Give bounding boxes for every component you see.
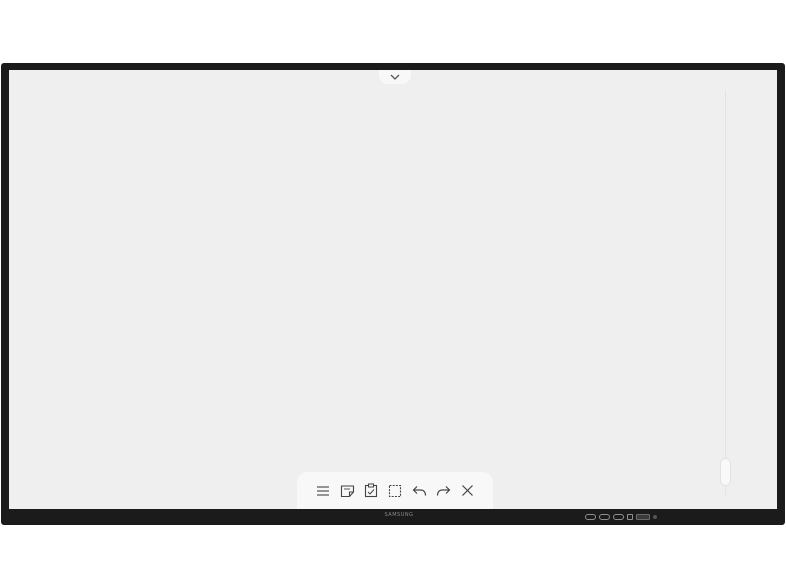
sticky-note-button[interactable] [338, 482, 356, 500]
whiteboard-canvas[interactable] [9, 70, 777, 509]
top-menu-handle[interactable] [379, 70, 411, 84]
display-bezel: SAMSUNG [1, 63, 785, 525]
sticky-note-icon [340, 484, 355, 498]
scrollbar-track[interactable] [725, 90, 726, 495]
scrollbar-thumb[interactable] [720, 458, 731, 486]
paste-button[interactable] [362, 482, 380, 500]
bottom-toolbar [297, 472, 493, 509]
hardware-button[interactable] [585, 514, 596, 520]
redo-button[interactable] [434, 482, 452, 500]
menu-button[interactable] [314, 482, 332, 500]
hardware-button[interactable] [599, 514, 610, 520]
close-icon [461, 484, 474, 497]
undo-icon [412, 484, 427, 497]
select-button[interactable] [386, 482, 404, 500]
brand-logo: SAMSUNG [384, 512, 414, 518]
redo-icon [436, 484, 451, 497]
power-indicator [653, 515, 657, 519]
paste-icon [364, 483, 378, 498]
select-icon [388, 484, 402, 498]
hardware-button[interactable] [627, 514, 633, 520]
hardware-buttons [585, 513, 657, 521]
close-button[interactable] [458, 482, 476, 500]
hardware-port [636, 514, 650, 520]
chevron-down-icon [390, 74, 400, 80]
menu-icon [316, 485, 330, 497]
undo-button[interactable] [410, 482, 428, 500]
hardware-button[interactable] [613, 514, 624, 520]
